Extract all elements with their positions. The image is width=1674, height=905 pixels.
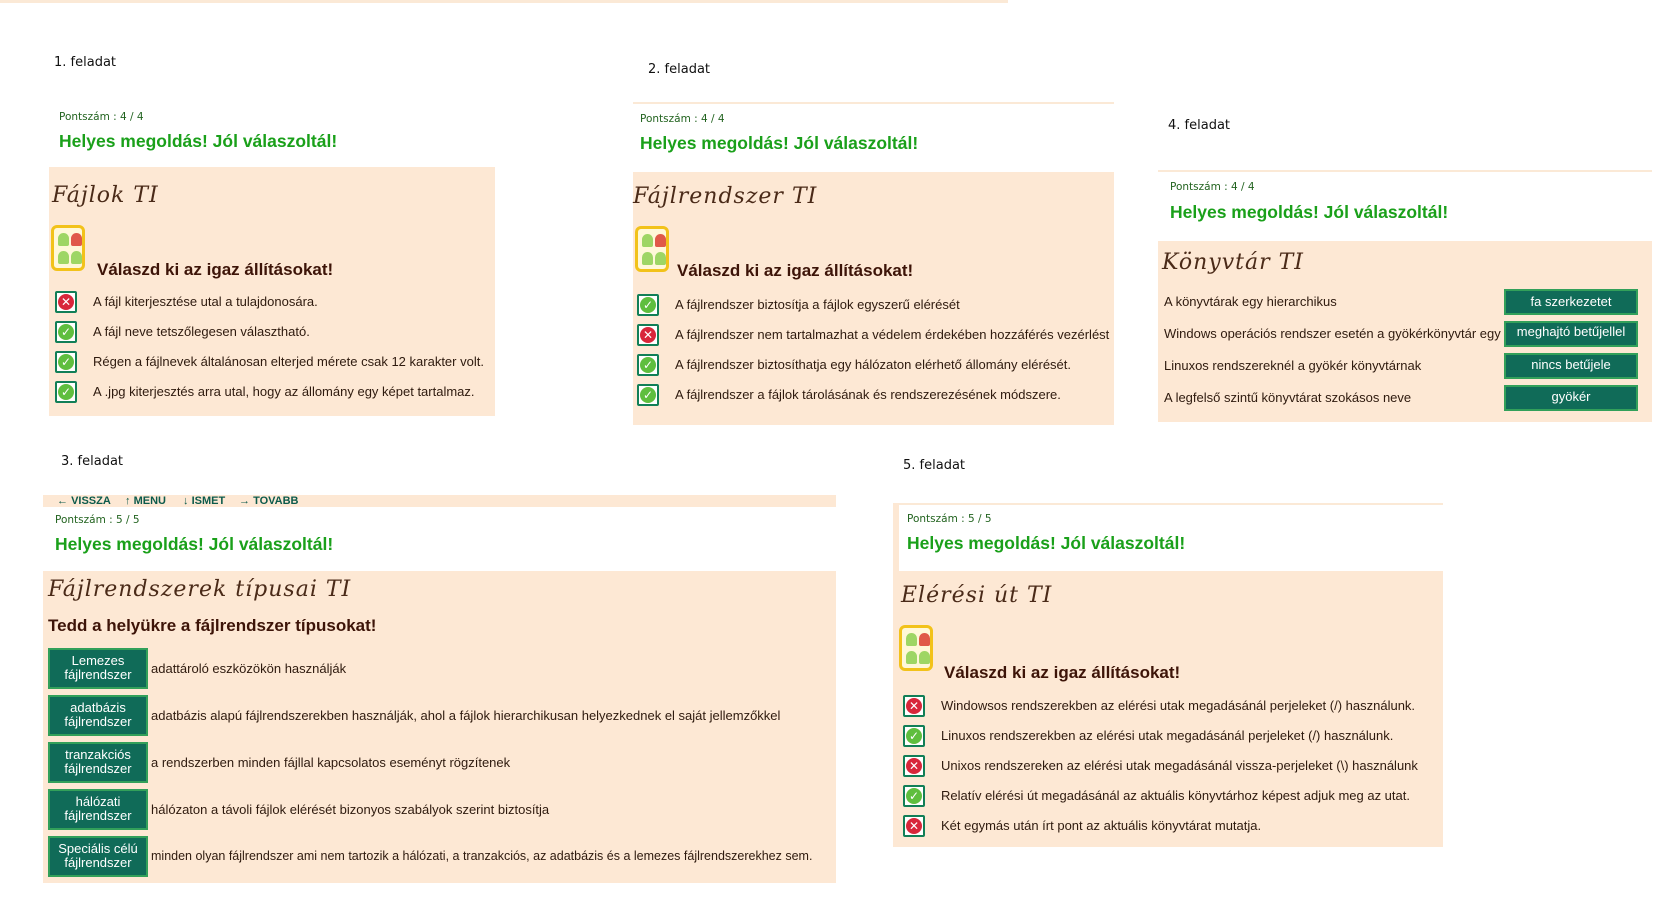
type-tag-line: fájlrendszer [64, 855, 132, 870]
task2-item-text: A fájlrendszer biztosíthatja egy hálózat… [675, 357, 1072, 372]
incorrect-mark-icon: ✕ [903, 755, 925, 777]
correct-mark-icon: ✓ [55, 381, 77, 403]
type-tag[interactable]: adatbázis fájlrendszer [48, 695, 148, 736]
task2-label: 2. feladat [648, 62, 711, 77]
correct-mark-icon: ✓ [55, 321, 77, 343]
task2-item-text: A fájlrendszer nem tartalmazhat a védele… [675, 327, 1110, 342]
type-tag[interactable]: tranzakciós fájlrendszer [48, 742, 148, 783]
task3-item-text: adattároló eszközökön használják [151, 661, 347, 676]
task1-score: Pontszám : 4 / 4 [59, 111, 144, 123]
type-tag-line: adatbázis [70, 700, 126, 715]
task1-success: Helyes megoldás! Jól válaszoltál! [59, 131, 338, 151]
task5-panel: Pontszám : 5 / 5 Helyes megoldás! Jól vá… [893, 503, 1443, 847]
correct-mark-icon: ✓ [637, 384, 659, 406]
task5-item-text: Unixos rendszereken az elérési utak mega… [941, 758, 1418, 773]
task2-item-text: A fájlrendszer biztosítja a fájlok egysz… [675, 297, 960, 312]
correct-mark-icon: ✓ [637, 294, 659, 316]
incorrect-mark-icon: ✕ [903, 695, 925, 717]
type-tag[interactable]: Speciális célú fájlrendszer [48, 836, 148, 877]
nav-menu-label: MENU [133, 495, 166, 507]
task2-item-text: A fájlrendszer a fájlok tárolásának és r… [675, 387, 1061, 402]
task4-success: Helyes megoldás! Jól válaszoltál! [1170, 202, 1449, 222]
task4-title: Könyvtár TI [1162, 250, 1304, 275]
task3-success: Helyes megoldás! Jól válaszoltál! [55, 534, 334, 554]
answer-tag[interactable]: meghajtó betűjellel [1504, 321, 1638, 347]
task3-title: Fájlrendszerek típusai TI [48, 577, 352, 602]
task5-item-text: Két egymás után írt pont az aktuális kön… [941, 818, 1262, 833]
task2-title: Fájlrendszer TI [633, 184, 818, 209]
incorrect-mark-icon: ✕ [637, 324, 659, 346]
incorrect-mark-icon: ✕ [903, 815, 925, 837]
task1-question: Válaszd ki az igaz állításokat! [97, 260, 334, 279]
type-tag[interactable]: hálózati fájlrendszer [48, 789, 148, 830]
task2-question: Válaszd ki az igaz állításokat! [677, 261, 914, 280]
incorrect-mark-icon: ✕ [55, 291, 77, 313]
nav-next-label: TOVABB [253, 495, 299, 507]
nav-back-link[interactable]: ← VISSZA [57, 495, 111, 507]
task1-item-text: A .jpg kiterjesztés arra utal, hogy az á… [93, 384, 475, 399]
quiz-ghost-icon [51, 225, 85, 271]
task2-score: Pontszám : 4 / 4 [640, 113, 725, 125]
task1-panel: Pontszám : 4 / 4 Helyes megoldás! Jól vá… [49, 103, 495, 416]
task4-item-text: Linuxos rendszereknél a gyökér könyvtárn… [1164, 358, 1422, 373]
quiz-ghost-icon [635, 226, 669, 272]
task3-question: Tedd a helyükre a fájlrendszer típusokat… [48, 616, 377, 635]
answer-tag[interactable]: gyökér [1504, 385, 1638, 411]
type-tag-line: fájlrendszer [64, 714, 132, 729]
top-divider [0, 0, 1008, 3]
task3-item-text: adatbázis alapú fájlrendszerekben haszná… [151, 708, 781, 723]
task4-score: Pontszám : 4 / 4 [1170, 181, 1255, 193]
type-tag-line: Lemezes [71, 653, 125, 668]
task3-label: 3. feladat [61, 454, 124, 469]
task3-item-text: minden olyan fájlrendszer ami nem tartoz… [151, 849, 813, 863]
type-tag[interactable]: Lemezes fájlrendszer [48, 648, 148, 689]
type-tag-line: Speciális célú [58, 841, 138, 856]
task1-item-text: Régen a fájlnevek általánosan elterjed m… [93, 354, 484, 369]
task4-item-text: A legfelső szintű könyvtárat szokásos ne… [1164, 390, 1412, 405]
task1-item-text: A fájl neve tetszőlegesen választható. [93, 324, 310, 339]
type-tag-line: hálózati [75, 794, 121, 809]
task5-question: Válaszd ki az igaz állításokat! [944, 663, 1181, 682]
correct-mark-icon: ✓ [637, 354, 659, 376]
nav-repeat-label: ISMET [191, 495, 226, 507]
correct-mark-icon: ✓ [55, 351, 77, 373]
type-tag-line: fájlrendszer [64, 667, 132, 682]
task1-item-text: A fájl kiterjesztése utal a tulajdonosár… [93, 294, 318, 309]
task5-label: 5. feladat [903, 458, 966, 473]
task2-panel: Pontszám : 4 / 4 Helyes megoldás! Jól vá… [633, 102, 1114, 425]
task4-label: 4. feladat [1168, 118, 1231, 133]
task5-item-text: Relatív elérési út megadásánál az aktuál… [941, 788, 1410, 803]
type-tag-line: fájlrendszer [64, 761, 132, 776]
nav-next-link[interactable]: → TOVABB [239, 495, 299, 507]
task3-item-text: a rendszerben minden fájllal kapcsolatos… [151, 755, 511, 770]
nav-menu-link[interactable]: ↑ MENU [125, 495, 166, 507]
task2-success: Helyes megoldás! Jól válaszoltál! [640, 133, 919, 153]
correct-mark-icon: ✓ [903, 785, 925, 807]
quiz-ghost-icon [899, 625, 933, 671]
task4-item-text: A könyvtárak egy hierarchikus [1164, 294, 1337, 309]
task3-item-text: hálózaton a távoli fájlok elérését bizon… [151, 802, 550, 817]
task3-panel: ← VISSZA ↑ MENU ↓ ISMET → TOVABB Pontszá… [43, 495, 836, 883]
task1-label: 1. feladat [54, 55, 117, 70]
answer-tag[interactable]: fa szerkezetet alkotnak [1504, 289, 1638, 315]
task1-title: Fájlok TI [52, 183, 159, 208]
task3-score: Pontszám : 5 / 5 [55, 514, 140, 526]
nav-back-label: VISSZA [71, 495, 111, 507]
nav-repeat-link[interactable]: ↓ ISMET [183, 495, 225, 507]
task4-panel: Pontszám : 4 / 4 Helyes megoldás! Jól vá… [1158, 170, 1652, 422]
task5-title: Elérési út TI [901, 583, 1053, 608]
task5-score: Pontszám : 5 / 5 [907, 513, 992, 525]
type-tag-line: fájlrendszer [64, 808, 132, 823]
task5-item-text: Windowsos rendszerekben az elérési utak … [941, 698, 1416, 713]
task5-item-text: Linuxos rendszerekben az elérési utak me… [941, 728, 1394, 743]
correct-mark-icon: ✓ [903, 725, 925, 747]
answer-tag[interactable]: nincs betűjele [1504, 353, 1638, 379]
type-tag-line: tranzakciós [65, 747, 131, 762]
task4-item-text: Windows operációs rendszer esetén a gyök… [1164, 326, 1501, 341]
task5-success: Helyes megoldás! Jól válaszoltál! [907, 533, 1186, 553]
